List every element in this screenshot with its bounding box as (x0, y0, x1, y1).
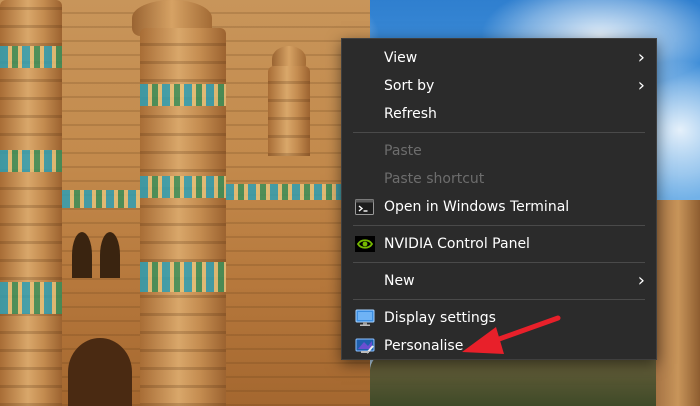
tile-band (226, 184, 341, 200)
chevron-right-icon: › (637, 75, 645, 96)
nvidia-icon (355, 235, 375, 253)
personalise-icon (355, 337, 375, 355)
menu-item-label: New (384, 273, 415, 289)
tile-band (62, 190, 140, 208)
menu-separator (353, 299, 645, 300)
fort-window (100, 232, 120, 278)
fort-gate (68, 338, 132, 406)
tile-band (140, 84, 226, 106)
display-settings-icon (355, 309, 375, 327)
menu-separator (353, 225, 645, 226)
menu-item-label: Paste shortcut (384, 171, 485, 187)
menu-item-label: Personalise (384, 338, 464, 354)
menu-item-personalise[interactable]: Personalise (342, 332, 656, 360)
tile-band (0, 282, 62, 314)
menu-item-nvidia-control-panel[interactable]: NVIDIA Control Panel (342, 230, 656, 258)
menu-item-label: Paste (384, 143, 422, 159)
tile-band (0, 46, 62, 68)
menu-item-label: Refresh (384, 106, 437, 122)
menu-item-paste: Paste (342, 137, 656, 165)
menu-item-label: Open in Windows Terminal (384, 199, 570, 215)
menu-item-display-settings[interactable]: Display settings (342, 304, 656, 332)
chevron-right-icon: › (637, 270, 645, 291)
terminal-icon (355, 198, 375, 216)
menu-item-label: Display settings (384, 310, 496, 326)
desktop-context-menu: View › Sort by › Refresh Paste Paste sho… (341, 38, 657, 360)
menu-item-label: View (384, 50, 418, 66)
menu-item-new[interactable]: New › (342, 267, 656, 295)
menu-item-paste-shortcut: Paste shortcut (342, 165, 656, 193)
menu-item-view[interactable]: View › (342, 44, 656, 72)
fort-window (72, 232, 92, 278)
menu-item-sort-by[interactable]: Sort by › (342, 72, 656, 100)
menu-item-refresh[interactable]: Refresh (342, 100, 656, 128)
menu-item-label: Sort by (384, 78, 435, 94)
menu-separator (353, 132, 645, 133)
tile-band (140, 262, 226, 292)
tile-band (0, 150, 62, 172)
fort-wall-right (656, 200, 700, 406)
menu-separator (353, 262, 645, 263)
fort-tower (268, 66, 310, 156)
menu-item-label: NVIDIA Control Panel (384, 236, 530, 252)
menu-item-open-terminal[interactable]: Open in Windows Terminal (342, 193, 656, 221)
tile-band (140, 176, 226, 198)
chevron-right-icon: › (637, 47, 645, 68)
